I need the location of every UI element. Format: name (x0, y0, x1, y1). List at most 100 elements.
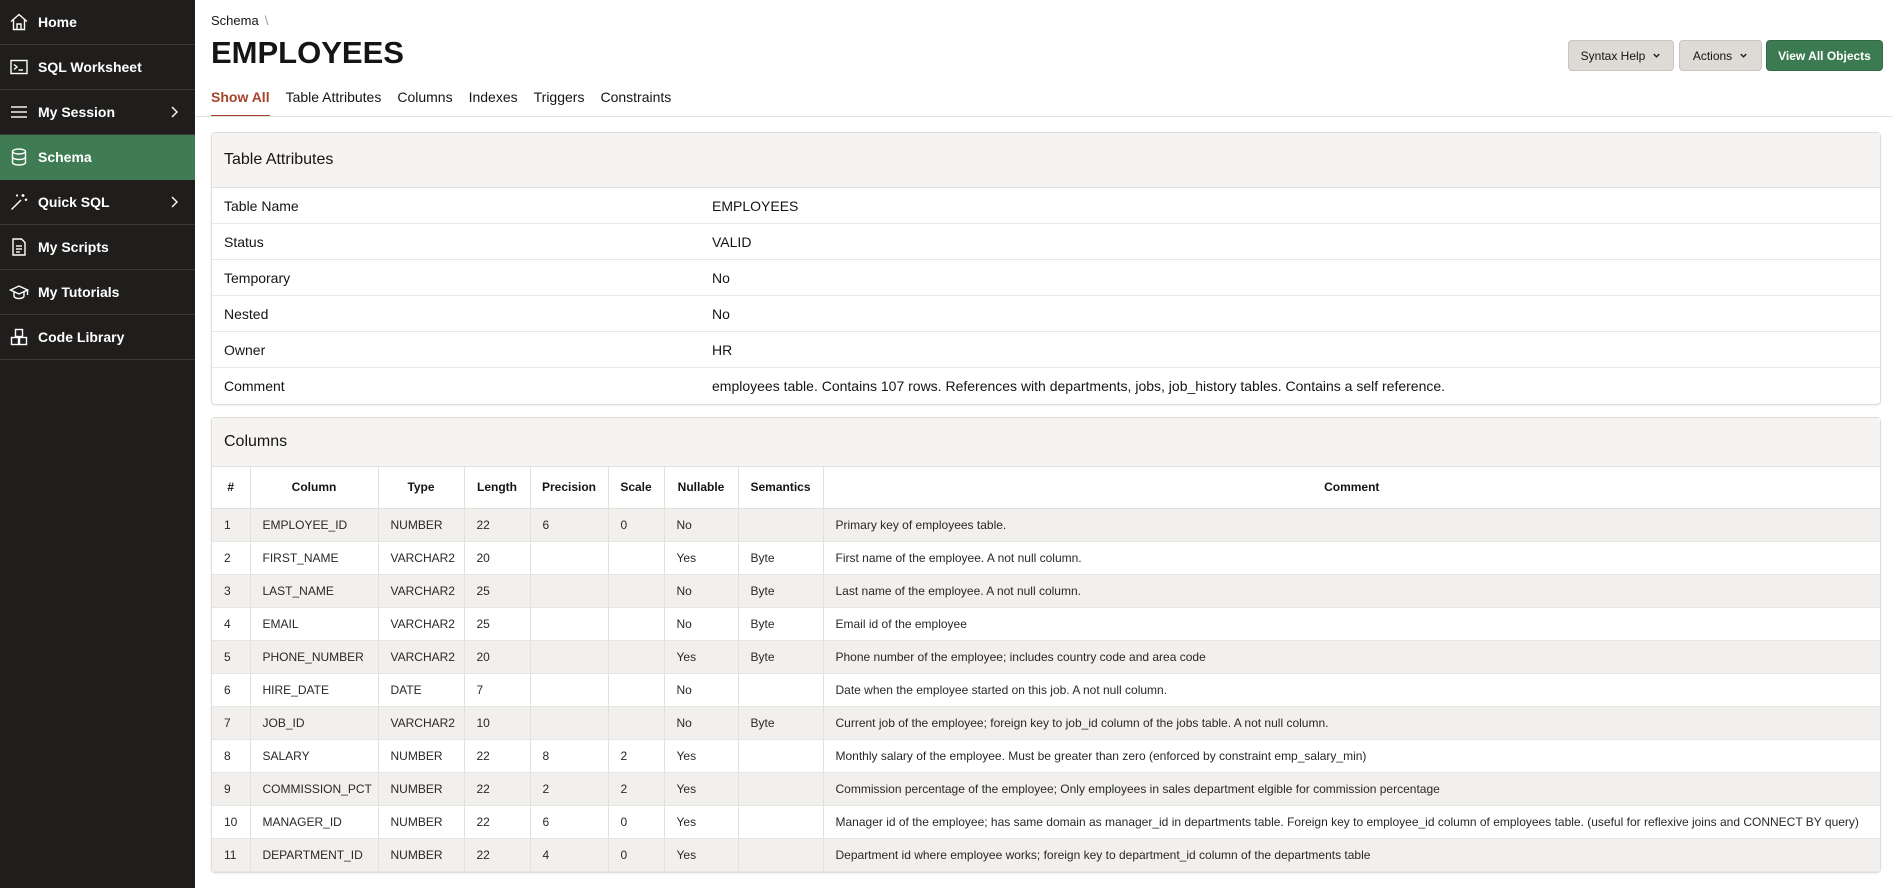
table-row: 7 JOB_ID VARCHAR2 10 No Byte Current job of th… (212, 706, 1880, 740)
tab-constraints[interactable]: Constraints (600, 86, 671, 117)
column-precision-cell: 6 (530, 508, 609, 542)
column-comment-cell: Commission percentage of the employee; O… (823, 772, 1880, 806)
column-name-cell: DEPARTMENT_ID (250, 838, 379, 872)
row-number-cell: 5 (212, 640, 251, 674)
chevron-down-icon (1740, 53, 1747, 58)
table-row: 6 HIRE_DATE DATE 7 No Date when the employee … (212, 673, 1880, 707)
syntax-help-label: Syntax Help (1580, 48, 1646, 63)
actions-button[interactable]: Actions (1679, 40, 1762, 71)
breadcrumb: Schema \ (211, 13, 268, 28)
column-semantics-cell (738, 739, 824, 773)
column-comment-cell: Current job of the employee; foreign key… (823, 706, 1880, 740)
columns-table: # Column Type Length Precision Scale Nul… (212, 467, 1880, 872)
column-type-cell: NUMBER (378, 805, 465, 839)
breadcrumb-separator: \ (264, 13, 269, 28)
tab-columns[interactable]: Columns (397, 86, 452, 117)
column-name-cell: EMPLOYEE_ID (250, 508, 379, 542)
column-nullable-cell: Yes (664, 640, 739, 674)
column-semantics-cell: Byte (738, 706, 824, 740)
sidebar-item-my-scripts[interactable]: My Scripts (0, 225, 195, 270)
tab-table-attributes[interactable]: Table Attributes (286, 86, 382, 117)
column-scale-cell (608, 574, 665, 608)
column-name-cell: EMAIL (250, 607, 379, 641)
column-length-cell: 22 (464, 508, 531, 542)
attribute-value: HR (712, 341, 733, 358)
column-header[interactable]: Scale (608, 467, 665, 509)
breadcrumb-schema-link[interactable]: Schema (211, 13, 259, 28)
tab-indexes[interactable]: Indexes (469, 86, 518, 117)
column-header[interactable]: Type (378, 467, 465, 509)
column-scale-cell (608, 607, 665, 641)
column-length-cell: 25 (464, 607, 531, 641)
column-scale-cell: 0 (608, 838, 665, 872)
column-length-cell: 22 (464, 772, 531, 806)
view-all-objects-button[interactable]: View All Objects (1766, 40, 1883, 71)
column-header[interactable]: Precision (530, 467, 609, 509)
column-type-cell: NUMBER (378, 739, 465, 773)
row-number-cell: 8 (212, 739, 251, 773)
tab-show-all[interactable]: Show All (211, 86, 270, 117)
column-name-cell: COMMISSION_PCT (250, 772, 379, 806)
attribute-value: employees table. Contains 107 rows. Refe… (712, 378, 1446, 394)
column-type-cell: VARCHAR2 (378, 574, 465, 608)
column-semantics-cell: Byte (738, 541, 824, 575)
chevron-down-icon (1653, 53, 1661, 58)
list-icon (0, 90, 38, 135)
column-scale-cell (608, 640, 665, 674)
column-nullable-cell: Yes (664, 805, 739, 839)
column-name-cell: SALARY (250, 739, 379, 773)
column-comment-cell: Phone number of the employee; includes c… (823, 640, 1880, 674)
column-header[interactable]: Semantics (738, 467, 824, 509)
table-row: 5 PHONE_NUMBER VARCHAR2 20 Yes Byte Phone numb… (212, 640, 1880, 674)
table-row: 3 LAST_NAME VARCHAR2 25 No Byte Last name of t… (212, 574, 1880, 608)
attribute-key: Table Name (224, 197, 299, 214)
sidebar-item-quick-sql[interactable]: Quick SQL (0, 180, 195, 225)
column-scale-cell: 0 (608, 805, 665, 839)
sidebar-item-sql-worksheet[interactable]: SQL Worksheet (0, 45, 195, 90)
table-row: 8 SALARY NUMBER 22 8 2 Yes Monthly salary of th… (212, 739, 1880, 773)
column-header[interactable]: Nullable (664, 467, 739, 509)
sidebar-item-label: Code Library (38, 329, 125, 345)
column-precision-cell: 4 (530, 838, 609, 872)
column-header[interactable]: Column (250, 467, 379, 509)
row-number-cell: 6 (212, 673, 251, 707)
table-header-row: # Column Type Length Precision Scale Nul… (212, 467, 1880, 509)
column-header[interactable]: # (212, 467, 251, 509)
column-precision-cell (530, 607, 609, 641)
row-number-cell: 2 (212, 541, 251, 575)
sidebar-item-label: Schema (38, 149, 92, 165)
column-length-cell: 22 (464, 805, 531, 839)
column-scale-cell (608, 541, 665, 575)
column-comment-cell: Primary key of employees table. (823, 508, 1880, 542)
column-comment-cell: Department id where employee works; fore… (823, 838, 1880, 872)
sidebar-item-my-session[interactable]: My Session (0, 90, 195, 135)
column-scale-cell (608, 673, 665, 707)
sidebar-item-my-tutorials[interactable]: My Tutorials (0, 270, 195, 315)
tab-triggers[interactable]: Triggers (534, 86, 585, 117)
attribute-value: EMPLOYEES (712, 197, 799, 214)
attribute-key: Status (224, 233, 264, 250)
sidebar-item-home[interactable]: Home (0, 0, 195, 45)
attribute-row: Comment employees table. Contains 107 ro… (212, 368, 1880, 404)
column-nullable-cell: No (664, 574, 739, 608)
sidebar-item-code-library[interactable]: Code Library (0, 315, 195, 360)
column-header[interactable]: Length (464, 467, 531, 509)
column-semantics-cell (738, 838, 824, 872)
row-number-cell: 9 (212, 772, 251, 806)
column-comment-cell: Date when the employee started on this j… (823, 673, 1880, 707)
page-title: EMPLOYEES (211, 35, 404, 70)
column-length-cell: 20 (464, 640, 531, 674)
sidebar-item-schema[interactable]: Schema (0, 135, 195, 180)
chevron-right-icon (171, 196, 178, 208)
attribute-row: Table Name EMPLOYEES (212, 188, 1880, 224)
row-number-cell: 1 (212, 508, 251, 542)
row-number-cell: 10 (212, 805, 251, 839)
syntax-help-button[interactable]: Syntax Help (1568, 40, 1674, 71)
column-length-cell: 7 (464, 673, 531, 707)
attribute-row: Status VALID (212, 224, 1880, 260)
column-type-cell: DATE (378, 673, 465, 707)
column-header[interactable]: Comment (823, 467, 1880, 509)
column-type-cell: NUMBER (378, 838, 465, 872)
sidebar-item-label: Quick SQL (38, 194, 110, 210)
column-name-cell: HIRE_DATE (250, 673, 379, 707)
